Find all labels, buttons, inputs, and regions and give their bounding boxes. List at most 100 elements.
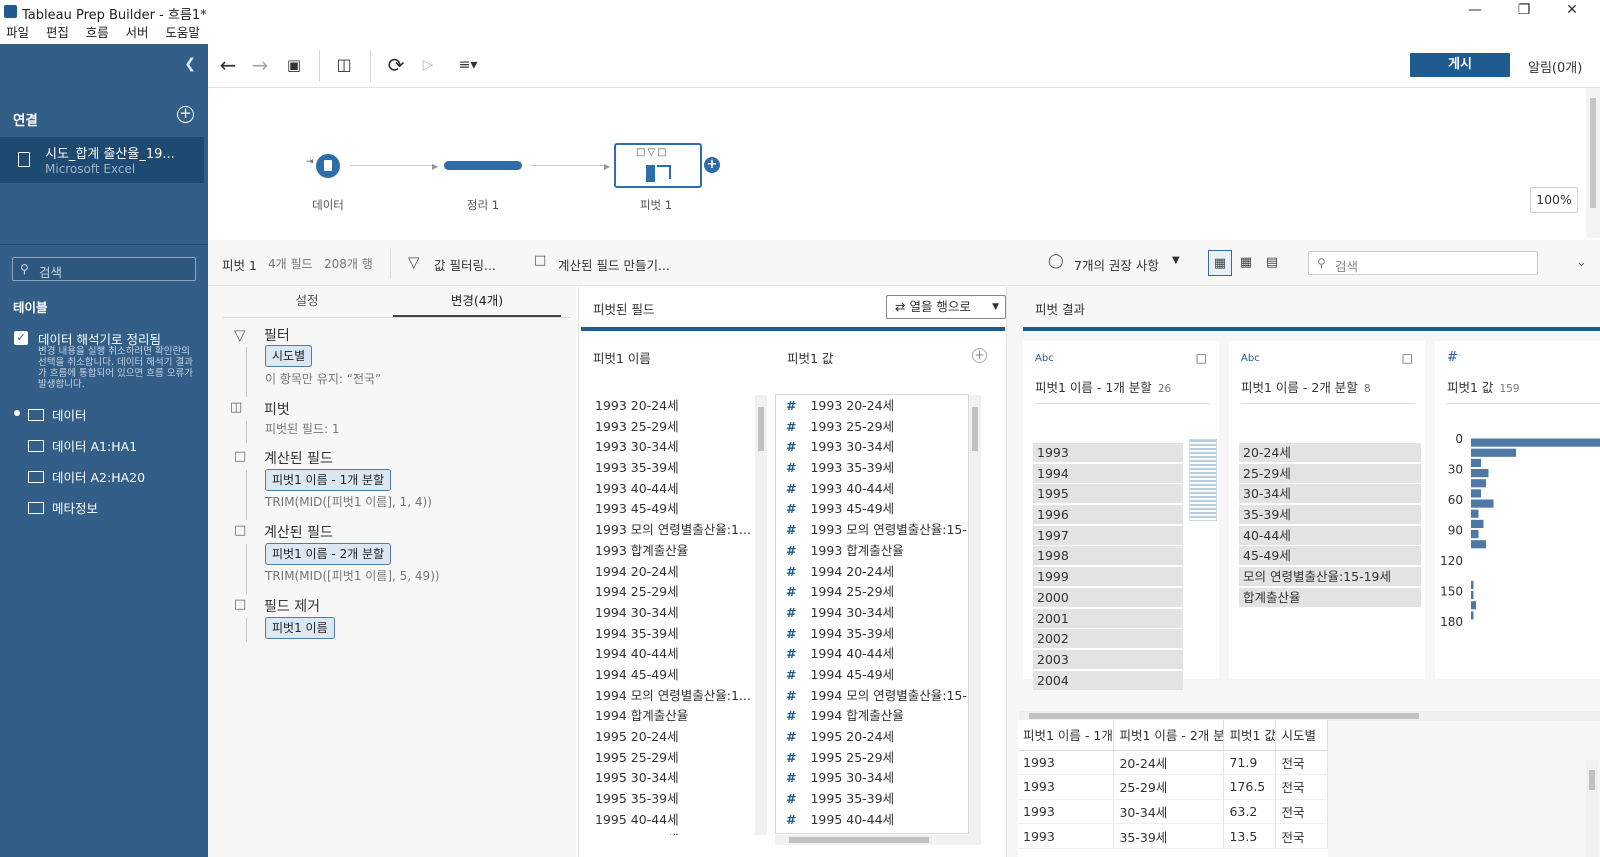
pivot-name-item[interactable]: 1994 20-24세 xyxy=(593,561,753,582)
field-pill[interactable]: 시도별 xyxy=(265,345,313,367)
menu-help[interactable]: 도움말 xyxy=(165,24,200,42)
list-view-icon[interactable]: ▦ xyxy=(1234,250,1258,276)
pivot-name-item[interactable]: 1994 35-39세 xyxy=(593,623,753,644)
grid-header[interactable]: 시도별 xyxy=(1275,720,1328,751)
value-bar[interactable]: 1995 xyxy=(1033,484,1183,504)
value-bar[interactable]: 1993 xyxy=(1033,443,1183,462)
pivot-value-item[interactable]: #1993 45-49세 xyxy=(776,498,968,519)
menu-server[interactable]: 서버 xyxy=(126,24,149,42)
histogram-bar[interactable] xyxy=(1471,611,1474,620)
interpreter-checkbox[interactable]: ✓ xyxy=(14,331,28,345)
value-bar[interactable]: 1999 xyxy=(1033,567,1183,587)
histogram-bar[interactable] xyxy=(1471,499,1494,508)
add-step-icon[interactable]: + xyxy=(704,157,720,173)
number-type-icon[interactable]: # xyxy=(1447,350,1458,365)
change-title[interactable]: 필터 xyxy=(264,325,290,345)
collapse-panel-chevron-icon[interactable]: ⌄ xyxy=(1576,255,1587,270)
flow-node-data[interactable] xyxy=(316,154,340,178)
pivot-values-list[interactable]: #1993 20-24세 #1993 25-29세 #1993 30-34세 #199… xyxy=(775,394,969,834)
flow-node-pivot-selected[interactable]: □▽□ xyxy=(614,143,702,188)
pivot-values-scrollbar[interactable] xyxy=(969,395,981,835)
table-item-a2-ha20[interactable]: 데이터 A2:HA20 xyxy=(28,467,145,486)
pivot-name-item[interactable]: 1995 35-39세 xyxy=(593,788,753,809)
value-bar[interactable]: 40-44세 xyxy=(1239,525,1421,545)
summary-scrollbar[interactable] xyxy=(1189,439,1217,521)
grid-cell[interactable]: 13.5 xyxy=(1223,823,1277,849)
value-bar[interactable]: 합계출산율 xyxy=(1239,587,1421,607)
pivot-values-hscrollbar[interactable] xyxy=(775,835,981,845)
pivot-value-item[interactable]: #1994 모의 연령별출산율:15- xyxy=(776,685,968,706)
pivot-name-item[interactable]: 1994 30-34세 xyxy=(593,602,753,623)
value-bar[interactable]: 1994 xyxy=(1033,463,1183,483)
tab-changes[interactable]: 변경(4개) xyxy=(393,287,561,317)
add-pivot-value-icon[interactable]: + xyxy=(972,348,987,363)
run-flow-icon[interactable]: ▷ xyxy=(416,53,440,77)
pivot-value-item[interactable]: #1993 30-34세 xyxy=(776,436,968,457)
value-bar[interactable]: 2001 xyxy=(1033,608,1183,628)
pivot-name-item[interactable]: 1993 45-49세 xyxy=(593,498,753,519)
menu-flow[interactable]: 흐름 xyxy=(86,24,109,42)
table-item-data[interactable]: 데이터 xyxy=(28,405,87,424)
grid-cell[interactable]: 전국 xyxy=(1275,774,1328,800)
pivot-value-item[interactable]: #1994 35-39세 xyxy=(776,623,968,644)
grid-cell[interactable]: 20-24세 xyxy=(1113,750,1225,776)
grid-cell[interactable]: 전국 xyxy=(1275,750,1328,776)
pivot-value-item[interactable]: #1993 40-44세 xyxy=(776,478,968,499)
histogram-bar[interactable] xyxy=(1471,601,1476,610)
value-bar[interactable]: 2002 xyxy=(1033,629,1183,649)
histogram-bar[interactable] xyxy=(1471,530,1479,539)
pivot-value-item[interactable]: #1995 30-34세 xyxy=(776,767,968,788)
pivot-name-item[interactable]: 1993 30-34세 xyxy=(593,436,753,457)
pivot-value-item[interactable]: #1995 25-29세 xyxy=(776,747,968,768)
change-title[interactable]: 필드 제거 xyxy=(264,596,320,616)
grid-scrollbar[interactable] xyxy=(1586,760,1598,857)
pivot-value-item[interactable]: #1995 20-24세 xyxy=(776,726,968,747)
grid-cell[interactable]: 71.9 xyxy=(1223,750,1277,776)
minimize-button[interactable]: — xyxy=(1461,2,1489,22)
value-bar[interactable]: 2000 xyxy=(1033,587,1183,607)
change-title[interactable]: 피벗 xyxy=(264,399,290,419)
histogram-bar[interactable] xyxy=(1471,438,1600,447)
histogram-bar[interactable] xyxy=(1471,479,1486,488)
table-row[interactable]: 1993 25-29세 176.5 전국 xyxy=(1018,774,1328,800)
pivot-name-item[interactable]: 1994 합계출산율 xyxy=(593,705,753,726)
pivot-name-item[interactable]: 1993 35-39세 xyxy=(593,457,753,478)
field-pill[interactable]: 피벗1 이름 - 1개 분할 xyxy=(265,469,392,491)
pivot-value-item[interactable]: #1994 30-34세 xyxy=(776,602,968,623)
histogram-bar[interactable] xyxy=(1471,580,1474,589)
histogram-bar[interactable] xyxy=(1471,489,1481,498)
pivot-value-item[interactable]: #1995 40-44세 xyxy=(776,809,968,830)
data-grid-view-icon[interactable]: ▤ xyxy=(1260,250,1284,276)
field-search-input[interactable]: ⚲ 검색 xyxy=(1308,251,1538,275)
pivot-value-item[interactable]: #1995 35-39세 xyxy=(776,788,968,809)
value-bars[interactable]: 20-24세 25-29세 30-34세 35-39세 40-44세 45-49세 모의 연… xyxy=(1239,443,1421,609)
histogram-bar[interactable] xyxy=(1471,448,1516,457)
grid-cell[interactable]: 63.2 xyxy=(1223,799,1277,825)
type-icon[interactable]: Abc xyxy=(1241,353,1260,364)
tab-settings[interactable]: 설정 xyxy=(223,287,391,317)
table-search-input[interactable]: ⚲ 검색 xyxy=(12,257,196,281)
close-button[interactable]: ✕ xyxy=(1558,2,1586,22)
grid-header[interactable]: 피벗1 값 xyxy=(1223,720,1277,751)
grid-cell[interactable]: 1993 xyxy=(1018,799,1115,825)
grid-cell[interactable]: 1993 xyxy=(1018,750,1115,776)
profile-card-value[interactable]: # 피벗1 값 159 0 30 60 90 120 150 180 xyxy=(1435,341,1600,679)
alerts-button[interactable]: 알림(0개) xyxy=(1528,57,1582,76)
histogram-bar[interactable] xyxy=(1471,458,1481,467)
pivot-name-item[interactable]: 1993 20-24세 xyxy=(593,395,753,416)
value-bar[interactable]: 1998 xyxy=(1033,546,1183,566)
pivot-name-item[interactable]: 1994 40-44세 xyxy=(593,643,753,664)
grid-cell[interactable]: 35-39세 xyxy=(1113,823,1225,849)
pivot-value-item[interactable]: #1994 20-24세 xyxy=(776,561,968,582)
pivot-name-item[interactable]: 1993 합계출산율 xyxy=(593,540,753,561)
field-pill[interactable]: 피벗1 이름 - 2개 분할 xyxy=(265,543,392,565)
pivot-names-list[interactable]: 1993 20-24세 1993 25-29세 1993 30-34세 1993 35… xyxy=(593,395,753,835)
pivot-value-item[interactable]: #1993 모의 연령별출산율:15- xyxy=(776,519,968,540)
value-bar[interactable]: 35-39세 xyxy=(1239,505,1421,525)
table-row[interactable]: 1993 30-34세 63.2 전국 xyxy=(1018,799,1328,825)
grid-cell[interactable]: 30-34세 xyxy=(1113,799,1225,825)
value-bar[interactable]: 30-34세 xyxy=(1239,484,1421,504)
calc-field-icon[interactable]: □ xyxy=(1196,351,1207,365)
pivot-value-item[interactable]: #1994 45-49세 xyxy=(776,664,968,685)
table-item-a1-ha1[interactable]: 데이터 A1:HA1 xyxy=(28,436,137,455)
